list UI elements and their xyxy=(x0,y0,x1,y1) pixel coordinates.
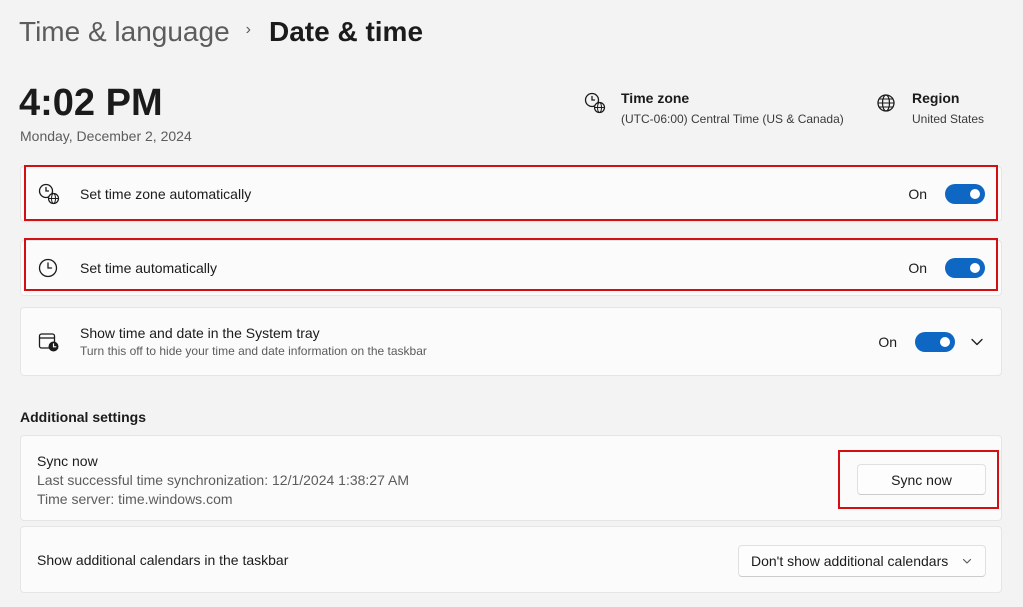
breadcrumb-parent-link[interactable]: Time & language xyxy=(19,14,230,50)
calendar-clock-icon xyxy=(38,332,59,351)
time-zone-title: Time zone xyxy=(621,90,690,106)
set-time-automatically-label: Set time automatically xyxy=(80,260,217,276)
sync-now-card: Sync now Last successful time synchroniz… xyxy=(20,435,1002,521)
set-time-automatically-state: On xyxy=(908,260,927,276)
set-time-zone-automatically-label: Set time zone automatically xyxy=(80,186,252,202)
sync-now-button[interactable]: Sync now xyxy=(857,464,986,495)
set-time-automatically-toggle[interactable] xyxy=(945,258,985,278)
set-time-automatically-row: Set time automatically On xyxy=(20,240,1002,296)
additional-calendars-row: Show additional calendars in the taskbar… xyxy=(20,526,1002,593)
current-time: 4:02 PM xyxy=(19,82,163,124)
current-date: Monday, December 2, 2024 xyxy=(20,128,192,144)
show-time-date-tray-label: Show time and date in the System tray xyxy=(80,325,320,341)
region-value: United States xyxy=(912,112,985,126)
sync-title: Sync now xyxy=(37,453,98,469)
time-zone-info: Time zone (UTC-06:00) Central Time (US &… xyxy=(583,89,844,128)
time-zone-value: (UTC-06:00) Central Time (US & Canada) xyxy=(621,112,844,126)
additional-calendars-dropdown[interactable]: Don't show additional calendars xyxy=(738,545,986,577)
set-time-zone-automatically-row: Set time zone automatically On xyxy=(20,166,1002,222)
toggle-knob xyxy=(970,189,980,199)
additional-calendars-selected: Don't show additional calendars xyxy=(751,553,949,569)
breadcrumb: Time & language › Date & time xyxy=(19,14,423,50)
set-time-zone-automatically-toggle[interactable] xyxy=(945,184,985,204)
time-zone-icon xyxy=(584,92,606,114)
date-time-settings-page: Time & language › Date & time 4:02 PM Mo… xyxy=(0,0,1023,607)
globe-icon xyxy=(877,94,895,112)
set-time-zone-automatically-state: On xyxy=(908,186,927,202)
show-time-date-tray-row[interactable]: Show time and date in the System tray Tu… xyxy=(20,307,1002,376)
toggle-knob xyxy=(940,336,950,347)
additional-settings-heading: Additional settings xyxy=(20,409,146,425)
region-title: Region xyxy=(912,90,960,106)
show-time-date-tray-toggle[interactable] xyxy=(915,331,955,352)
toggle-knob xyxy=(970,263,980,273)
chevron-down-icon[interactable] xyxy=(969,334,985,350)
last-sync-text: Last successful time synchronization: 12… xyxy=(37,472,409,488)
page-title: Date & time xyxy=(268,16,424,47)
time-server-text: Time server: time.windows.com xyxy=(37,491,233,507)
clock-icon xyxy=(38,258,58,278)
region-info: Region United States xyxy=(875,89,984,128)
show-time-date-tray-state: On xyxy=(878,333,897,350)
clock-globe-icon xyxy=(38,183,60,205)
breadcrumb-separator: › xyxy=(245,21,251,38)
chevron-down-icon xyxy=(962,558,972,564)
show-time-date-tray-description: Turn this off to hide your time and date… xyxy=(80,344,427,358)
